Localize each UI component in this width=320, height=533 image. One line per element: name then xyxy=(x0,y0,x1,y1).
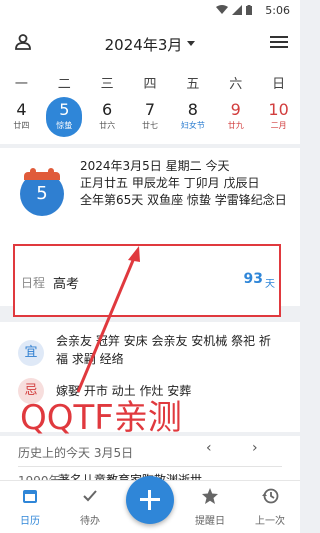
calendar-icon-ring xyxy=(48,168,54,176)
day-row: 4 廿四 5 惊蛰 6 廿六 7 廿七 8 妇女节 9 廿九 10 二月 xyxy=(0,97,300,142)
yi-text: 会亲友 冠笄 安床 会亲友 安机械 祭祀 祈福 求嗣 经络 xyxy=(56,334,271,366)
day-cell[interactable]: 4 廿四 xyxy=(0,98,43,142)
month-title: 2024年3月 xyxy=(104,36,183,54)
chevron-left-icon[interactable]: ‹ xyxy=(206,440,212,456)
weekday-label: 六 xyxy=(229,76,243,92)
wifi-icon xyxy=(216,5,228,14)
day-number: 7 xyxy=(144,100,156,119)
weekday-label: 日 xyxy=(272,76,286,92)
plus-icon xyxy=(148,490,151,510)
today-info: 2024年3月5日 星期二 今天 正月廿五 甲辰龙年 丁卯月 戊辰日 全年第65… xyxy=(80,158,292,209)
day-cell[interactable]: 9 廿九 xyxy=(214,98,257,142)
weekday-label: 四 xyxy=(143,76,157,92)
schedule-days-count: 93 xyxy=(243,271,263,287)
nav-reminder[interactable]: 提醒日 xyxy=(182,487,238,527)
day-lunar: 廿九 xyxy=(227,121,244,130)
schedule-label: 日程 xyxy=(21,276,46,290)
nav-label: 待办 xyxy=(80,516,100,527)
nav-calendar[interactable]: 日历 xyxy=(2,487,58,527)
weekday-label: 一 xyxy=(14,76,28,92)
nav-label: 上一次 xyxy=(255,516,285,527)
calendar-icon xyxy=(23,490,37,503)
today-extra-line: 全年第65天 双鱼座 惊蛰 学雷锋纪念日 xyxy=(80,193,287,207)
calendar-icon-ring xyxy=(30,168,36,176)
calendar-icon-number: 5 xyxy=(36,183,48,204)
chevron-down-icon xyxy=(187,41,196,46)
history-icon xyxy=(262,488,279,504)
status-time: 5:06 xyxy=(265,4,290,17)
schedule-days-unit: 天 xyxy=(265,279,275,290)
star-icon xyxy=(202,488,218,504)
day-cell[interactable]: 10 二月 xyxy=(257,98,300,142)
calendar-day-icon: 5 xyxy=(20,168,64,216)
day-cell[interactable]: 8 妇女节 xyxy=(171,98,214,142)
watermark-text: QQTF亲测 xyxy=(20,398,182,438)
day-lunar: 廿六 xyxy=(99,121,116,130)
chevron-right-icon[interactable]: › xyxy=(252,440,258,456)
day-cell-selected[interactable]: 5 惊蛰 xyxy=(43,97,86,142)
yi-badge: 宜 xyxy=(18,340,44,366)
nav-label: 提醒日 xyxy=(195,516,225,527)
weekday-label: 三 xyxy=(100,76,114,92)
nav-label: 日历 xyxy=(20,516,40,527)
battery-icon xyxy=(246,5,252,15)
month-selector[interactable]: 2024年3月 xyxy=(0,34,300,55)
menu-icon[interactable] xyxy=(270,34,288,54)
signal-icon xyxy=(232,5,242,15)
weekday-label: 二 xyxy=(57,76,71,92)
weekday-header: 一 二 三 四 五 六 日 xyxy=(0,66,300,98)
week-strip: 一 二 三 四 五 六 日 4 廿四 5 惊蛰 6 廿六 7 廿七 8 妇女节 … xyxy=(0,66,300,144)
day-cell[interactable]: 6 廿六 xyxy=(86,98,129,142)
status-bar: 5:06 xyxy=(0,0,300,22)
history-heading: 历史上的今天 3月5日 xyxy=(18,446,134,460)
status-icons xyxy=(216,5,252,15)
day-festival: 妇女节 xyxy=(180,121,205,130)
nav-todo[interactable]: 待办 xyxy=(62,487,118,527)
check-icon xyxy=(83,490,97,502)
day-lunar: 廿四 xyxy=(13,121,30,130)
day-number: 9 xyxy=(230,100,241,119)
day-number: 5 xyxy=(59,100,70,119)
today-lunar-line: 正月廿五 甲辰龙年 丁卯月 戊辰日 xyxy=(80,176,260,190)
nav-history[interactable]: 上一次 xyxy=(242,487,298,527)
divider xyxy=(18,466,282,467)
add-button[interactable] xyxy=(126,476,174,524)
schedule-item[interactable]: 日程 高考 93 天 xyxy=(13,244,281,317)
day-number: 8 xyxy=(187,100,198,119)
today-date-line: 2024年3月5日 星期二 今天 xyxy=(80,159,230,173)
day-number: 4 xyxy=(16,100,27,119)
day-number: 10 xyxy=(268,100,289,119)
schedule-title: 高考 xyxy=(53,277,80,292)
day-lunar: 廿七 xyxy=(142,121,158,130)
day-lunar: 二月 xyxy=(270,121,287,130)
day-cell[interactable]: 7 廿七 xyxy=(129,98,172,142)
day-number: 6 xyxy=(102,100,113,119)
weekday-label: 五 xyxy=(186,76,200,92)
app-header: 2024年3月 xyxy=(0,22,300,66)
day-lunar: 惊蛰 xyxy=(56,121,73,130)
